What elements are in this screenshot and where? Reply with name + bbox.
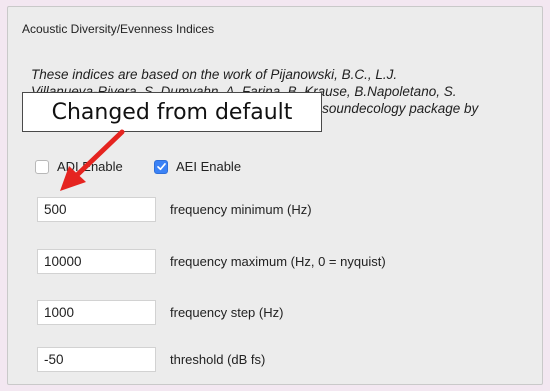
acoustic-indices-panel: Acoustic Diversity/Evenness Indices Thes… xyxy=(7,6,543,385)
description-line: These indices are based on the work of P… xyxy=(31,67,398,82)
threshold-row: -50 threshold (dB fs) xyxy=(37,347,265,372)
frequency-maximum-label: frequency maximum (Hz, 0 = nyquist) xyxy=(170,254,386,269)
aei-enable-checkbox[interactable]: AEI Enable xyxy=(154,159,241,174)
annotation-callout: Changed from default xyxy=(22,92,322,132)
frequency-minimum-label: frequency minimum (Hz) xyxy=(170,202,312,217)
frequency-step-row: 1000 frequency step (Hz) xyxy=(37,300,283,325)
aei-enable-label: AEI Enable xyxy=(176,159,242,174)
adi-enable-label: ADI Enable xyxy=(57,159,123,174)
checkmark-icon xyxy=(156,163,166,171)
frequency-minimum-row: 500 frequency minimum (Hz) xyxy=(37,197,312,222)
frequency-step-input[interactable]: 1000 xyxy=(37,300,156,325)
threshold-input[interactable]: -50 xyxy=(37,347,156,372)
checkbox-unchecked-icon[interactable] xyxy=(35,159,49,174)
frequency-maximum-input[interactable]: 10000 xyxy=(37,249,156,274)
frequency-maximum-row: 10000 frequency maximum (Hz, 0 = nyquist… xyxy=(37,249,386,274)
callout-text: Changed from default xyxy=(51,99,293,125)
threshold-label: threshold (dB fs) xyxy=(170,352,266,367)
checkbox-checked-icon[interactable] xyxy=(154,159,168,174)
frequency-minimum-input[interactable]: 500 xyxy=(37,197,156,222)
panel-title: Acoustic Diversity/Evenness Indices xyxy=(22,22,215,36)
frequency-step-label: frequency step (Hz) xyxy=(170,305,284,320)
adi-enable-checkbox[interactable]: ADI Enable xyxy=(35,159,123,174)
